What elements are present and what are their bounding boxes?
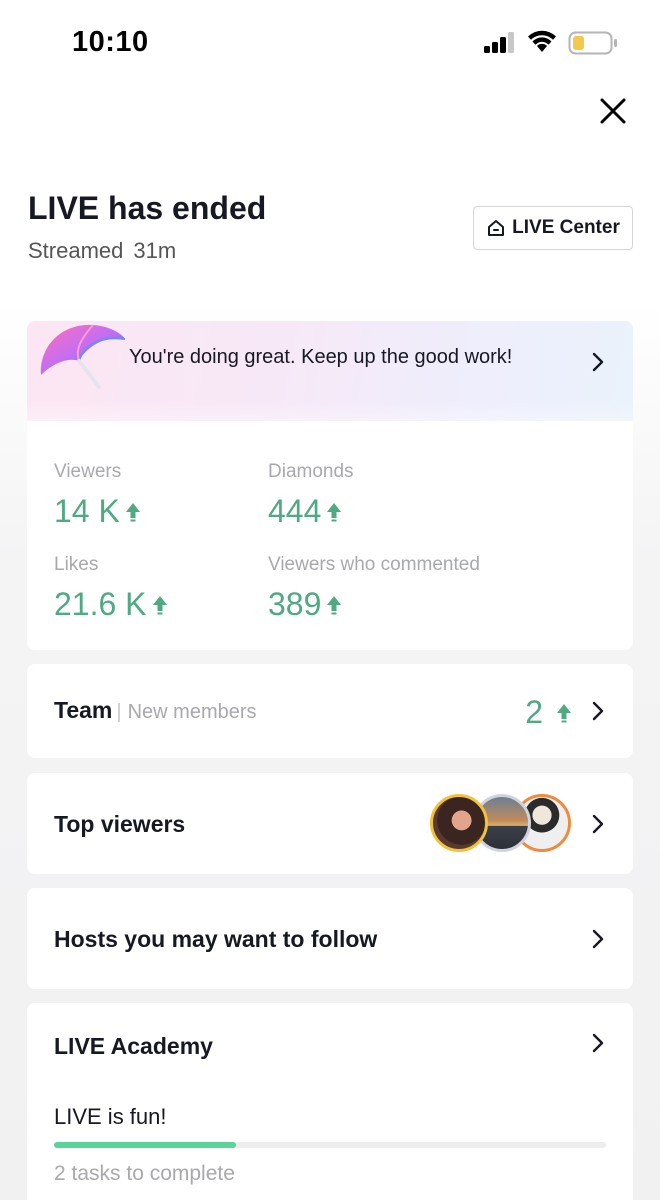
chevron-right-icon bbox=[592, 1033, 604, 1053]
arrow-up-icon bbox=[327, 595, 342, 614]
umbrella-icon bbox=[40, 324, 126, 389]
hosts-row[interactable]: Hosts you may want to follow bbox=[27, 888, 633, 989]
arrow-up-icon bbox=[125, 502, 140, 521]
chevron-right-icon bbox=[592, 701, 604, 721]
stat-likes: Likes 21.6 K bbox=[54, 554, 169, 623]
live-center-button[interactable]: LIVE Center bbox=[473, 206, 633, 250]
battery-icon bbox=[568, 31, 617, 55]
stat-label: Viewers bbox=[54, 461, 122, 482]
home-icon bbox=[488, 220, 505, 236]
hosts-title: Hosts you may want to follow bbox=[54, 926, 378, 952]
academy-subtitle: LIVE is fun! bbox=[54, 1104, 167, 1129]
stat-diamonds: Diamonds 444 bbox=[268, 461, 354, 530]
status-bar: 10:10 bbox=[0, 0, 660, 86]
signal-icon bbox=[484, 32, 514, 53]
team-title: Team bbox=[54, 697, 113, 723]
team-subtitle: New members bbox=[127, 701, 257, 723]
chevron-right-icon bbox=[592, 929, 604, 949]
stat-label: Diamonds bbox=[268, 461, 354, 482]
chevron-right-icon bbox=[592, 814, 604, 834]
live-center-label: LIVE Center bbox=[512, 217, 620, 238]
academy-tasks: 2 tasks to complete bbox=[54, 1162, 235, 1185]
wifi-icon bbox=[528, 30, 556, 52]
arrow-up-icon bbox=[557, 703, 571, 722]
top-viewers-row[interactable]: Top viewers bbox=[27, 773, 633, 874]
avatar bbox=[430, 794, 488, 852]
status-time: 10:10 bbox=[72, 26, 149, 58]
page-title: LIVE has ended bbox=[28, 190, 267, 226]
team-row[interactable]: Team | New members 2 bbox=[27, 664, 633, 758]
stat-label: Likes bbox=[54, 554, 99, 575]
close-icon bbox=[600, 98, 626, 124]
banner-text: You're doing great. Keep up the good wor… bbox=[129, 346, 513, 368]
academy-progress-bar bbox=[54, 1142, 606, 1148]
team-count: 2 bbox=[525, 694, 573, 731]
academy-title: LIVE Academy bbox=[54, 1033, 213, 1059]
arrow-up-icon bbox=[327, 502, 342, 521]
stats-card: You're doing great. Keep up the good wor… bbox=[27, 321, 633, 650]
academy-card[interactable]: LIVE Academy LIVE is fun! 2 tasks to com… bbox=[27, 1003, 633, 1200]
stat-label: Viewers who commented bbox=[268, 554, 480, 575]
academy-progress-fill bbox=[54, 1142, 237, 1148]
arrow-up-icon bbox=[152, 595, 167, 614]
streamed-info: Streamed 31m bbox=[28, 238, 176, 264]
stat-viewers: Viewers 14 K bbox=[54, 461, 142, 530]
stat-value: 14 K bbox=[54, 493, 120, 529]
streamed-duration: 31m bbox=[133, 238, 177, 263]
stat-viewers-commented: Viewers who commented 389 bbox=[268, 554, 480, 623]
streamed-label: Streamed bbox=[28, 238, 124, 263]
stat-value: 389 bbox=[268, 586, 322, 622]
stat-value: 21.6 K bbox=[54, 586, 147, 622]
stat-value: 444 bbox=[268, 493, 322, 529]
banner-chevron-icon bbox=[592, 352, 604, 372]
top-viewers-title: Top viewers bbox=[54, 811, 186, 837]
close-button[interactable] bbox=[592, 90, 634, 132]
team-count-value: 2 bbox=[525, 694, 543, 730]
encouragement-banner[interactable]: You're doing great. Keep up the good wor… bbox=[27, 321, 633, 461]
